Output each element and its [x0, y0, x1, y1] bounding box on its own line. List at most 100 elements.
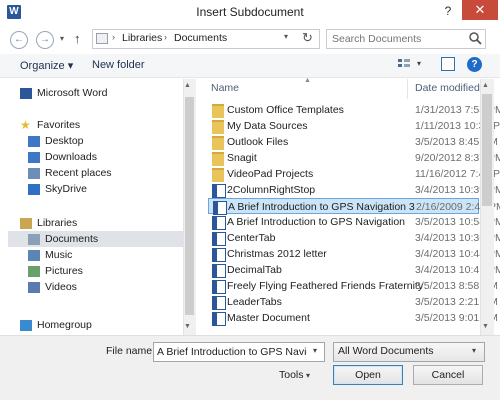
open-button[interactable]: Open	[333, 365, 403, 385]
nav-item-label: Pictures	[45, 265, 83, 277]
libraries-icon	[20, 217, 32, 229]
word-document-icon	[212, 248, 226, 262]
file-row[interactable]: DecimalTab 3/4/2013 10:41 PM	[208, 262, 500, 278]
nav-item-label: Music	[45, 249, 73, 261]
views-chevron-down-icon[interactable]: ▾	[417, 59, 421, 68]
folder-icon	[212, 104, 224, 118]
nav-item-label: Homegroup	[37, 319, 92, 331]
file-row[interactable]: LeaderTabs 3/5/2013 2:21 PM	[208, 294, 498, 310]
word-document-icon	[212, 232, 226, 246]
folder-icon	[212, 152, 224, 166]
file-row[interactable]: A Brief Introduction to GPS Navigation 3…	[208, 198, 500, 215]
breadcrumb-separator[interactable]: ›	[112, 32, 115, 42]
nav-item-music[interactable]: Music	[28, 247, 183, 263]
file-row[interactable]: My Data Sources 1/11/2013 10:33 P	[208, 118, 500, 134]
scroll-down-arrow-icon[interactable]: ▼	[482, 323, 489, 330]
nav-item-label: Documents	[45, 233, 99, 245]
file-name: LeaderTabs	[227, 296, 282, 308]
help-icon[interactable]: ?	[467, 57, 482, 72]
sort-ascending-icon: ▲	[304, 77, 311, 84]
file-name: Custom Office Templates	[227, 104, 344, 116]
word-document-icon	[212, 312, 226, 326]
file-name: Snagit	[227, 152, 257, 164]
file-name-input[interactable]	[157, 345, 307, 359]
scroll-up-arrow-icon[interactable]: ▲	[482, 82, 489, 89]
file-row[interactable]: CenterTab 3/4/2013 10:36 PM	[208, 230, 500, 246]
file-name: A Brief Introduction to GPS Navigation 3	[228, 201, 415, 213]
file-row[interactable]: Outlook Files 3/5/2013 8:45 PM	[208, 134, 498, 150]
column-header-date-modified[interactable]: Date modified	[415, 82, 480, 94]
nav-item-documents[interactable]: Documents	[8, 231, 183, 247]
nav-item-downloads[interactable]: Downloads	[28, 149, 183, 165]
nav-item-label: Libraries	[37, 217, 78, 229]
data-sources-folder-icon	[212, 120, 224, 134]
nav-item-microsoft-word[interactable]: Microsoft Word	[20, 85, 183, 101]
new-folder-button[interactable]: New folder	[92, 59, 145, 71]
file-name: A Brief Introduction to GPS Navigation	[227, 216, 406, 228]
refresh-icon[interactable]: ↻	[302, 30, 313, 46]
pictures-icon	[28, 265, 40, 277]
nav-item-label: Videos	[45, 281, 77, 293]
word-document-icon	[212, 216, 226, 230]
help-button[interactable]: ?	[435, 1, 461, 21]
change-view-icon[interactable]	[397, 57, 411, 71]
breadcrumb-documents[interactable]: Documents	[174, 32, 227, 44]
word-document-icon	[212, 296, 226, 310]
search-input[interactable]	[332, 32, 462, 46]
up-button[interactable]: ↑	[74, 31, 88, 47]
cancel-button[interactable]: Cancel	[413, 365, 483, 385]
file-name: DecimalTab	[227, 264, 282, 276]
file-list-scrollbar-thumb[interactable]	[482, 94, 492, 206]
file-row[interactable]: Snagit 9/20/2012 8:37 PM	[208, 150, 500, 166]
preview-pane-icon[interactable]	[441, 57, 455, 71]
file-name-chevron-down-icon[interactable]: ▾	[313, 346, 317, 355]
organize-button[interactable]: Organize ▾	[20, 59, 73, 72]
nav-item-label: Favorites	[37, 119, 81, 131]
tools-button[interactable]: Tools	[279, 369, 304, 381]
file-name: Christmas 2012 letter	[227, 248, 327, 260]
forward-button[interactable]: →	[36, 31, 54, 49]
file-row[interactable]: A Brief Introduction to GPS Navigation 3/…	[208, 214, 500, 230]
file-name: Outlook Files	[227, 136, 289, 148]
file-row[interactable]: VideoPad Projects 11/16/2012 7:49 PM	[208, 166, 500, 182]
file-row[interactable]: Freely Flying Feathered Friends Fraterni…	[208, 278, 498, 294]
breadcrumb-separator[interactable]: ›	[164, 32, 167, 42]
file-type-chevron-down-icon[interactable]: ▾	[472, 346, 476, 355]
nav-item-pictures[interactable]: Pictures	[28, 263, 183, 279]
file-name-label: File name:	[106, 345, 156, 357]
tools-chevron-down-icon[interactable]: ▾	[306, 371, 310, 380]
nav-item-favorites[interactable]: ★ Favorites	[20, 117, 183, 133]
folder-icon	[212, 136, 224, 150]
nav-item-homegroup[interactable]: Homegroup	[20, 317, 183, 333]
back-button[interactable]: ←	[10, 31, 28, 49]
search-icon[interactable]	[468, 31, 482, 45]
file-row[interactable]: 2ColumnRightStop 3/4/2013 10:39 PM	[208, 182, 500, 198]
file-name: Freely Flying Feathered Friends Fraterni…	[227, 280, 424, 292]
nav-item-label: Downloads	[45, 151, 97, 163]
file-row[interactable]: Christmas 2012 letter 3/4/2013 10:44 PM	[208, 246, 500, 262]
file-name: CenterTab	[227, 232, 276, 244]
breadcrumb-libraries[interactable]: Libraries	[122, 32, 162, 44]
word-document-icon	[212, 184, 226, 198]
recent-locations-chevron-down-icon[interactable]: ▾	[60, 32, 70, 46]
scroll-up-arrow-icon[interactable]: ▲	[184, 82, 191, 89]
navigation-scrollbar-thumb[interactable]	[185, 97, 194, 315]
file-type-value[interactable]: All Word Documents	[338, 345, 434, 357]
nav-item-recent-places[interactable]: Recent places	[28, 165, 183, 181]
address-dropdown-chevron-down-icon[interactable]: ▾	[284, 32, 288, 41]
close-button[interactable]: ✕	[462, 0, 498, 20]
column-header-name[interactable]: Name	[211, 82, 239, 94]
nav-item-skydrive[interactable]: SkyDrive	[28, 181, 183, 197]
file-row[interactable]: Custom Office Templates 1/31/2013 7:55 PM	[208, 102, 500, 118]
nav-item-videos[interactable]: Videos	[28, 279, 183, 295]
documents-icon	[28, 233, 40, 245]
column-divider[interactable]	[407, 79, 408, 99]
scroll-down-arrow-icon[interactable]: ▼	[184, 323, 191, 330]
file-row[interactable]: Master Document 3/5/2013 9:01 PM	[208, 310, 498, 326]
word-document-icon	[213, 201, 227, 215]
recent-places-icon	[28, 167, 40, 179]
word-document-icon	[212, 280, 226, 294]
nav-item-label: Recent places	[45, 167, 112, 179]
nav-item-libraries[interactable]: Libraries	[20, 215, 183, 231]
nav-item-desktop[interactable]: Desktop	[28, 133, 183, 149]
